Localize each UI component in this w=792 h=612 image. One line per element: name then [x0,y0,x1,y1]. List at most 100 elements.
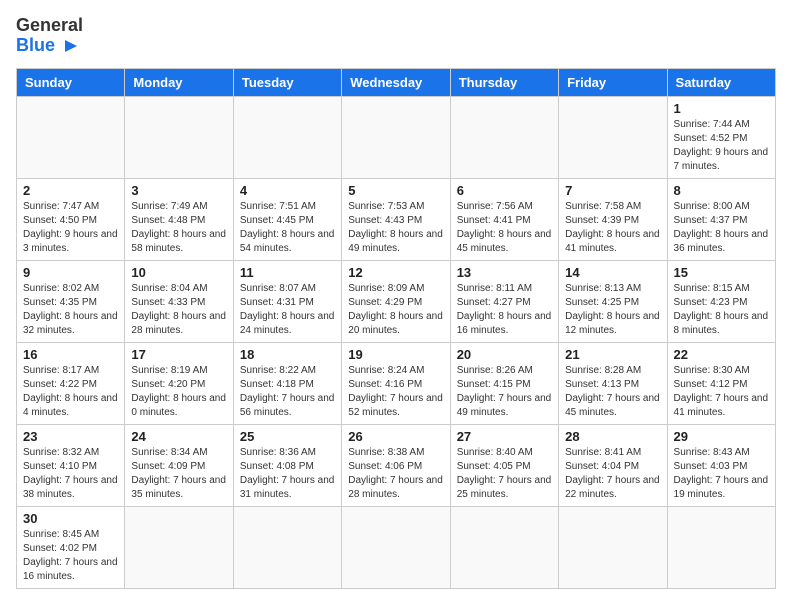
calendar-cell: 6Sunrise: 7:56 AM Sunset: 4:41 PM Daylig… [450,178,558,260]
calendar-cell: 7 Sunrise: 7:58 AM Sunset: 4:39 PM Daylig… [559,178,667,260]
calendar-cell [17,96,125,178]
day-info: Sunrise: 8:02 AM Sunset: 4:35 PM Dayligh… [23,282,118,338]
day-info: Sunrise: 8:43 AM Sunset: 4:03 PM Dayligh… [674,446,769,502]
day-info: Sunrise: 8:15 AM Sunset: 4:23 PM Dayligh… [674,282,769,338]
day-info: Sunrise: 8:32 AM Sunset: 4:10 PM Dayligh… [23,446,118,502]
calendar-cell: 20Sunrise: 8:26 AM Sunset: 4:15 PM Dayli… [450,342,558,424]
calendar-cell [233,96,341,178]
day-number: 13 [457,265,552,280]
day-number: 3 [131,183,226,198]
day-info: Sunrise: 7:56 AM Sunset: 4:41 PM Dayligh… [457,200,552,256]
calendar-cell: 21Sunrise: 8:28 AM Sunset: 4:13 PM Dayli… [559,342,667,424]
day-number: 22 [674,347,769,362]
day-number: 16 [23,347,118,362]
calendar-cell [125,96,233,178]
day-number: 27 [457,429,552,444]
calendar-cell: 4 Sunrise: 7:51 AM Sunset: 4:45 PM Daylig… [233,178,341,260]
weekday-header-sunday: Sunday [17,68,125,96]
day-info: Sunrise: 7:58 AM Sunset: 4:39 PM Dayligh… [565,200,660,256]
calendar-week-row: 1 Sunrise: 7:44 AM Sunset: 4:52 PM Daylig… [17,96,776,178]
day-number: 21 [565,347,660,362]
calendar-cell [125,506,233,588]
day-number: 28 [565,429,660,444]
day-number: 24 [131,429,226,444]
calendar-week-row: 9 Sunrise: 8:02 AM Sunset: 4:35 PM Daylig… [17,260,776,342]
calendar-cell: 19 Sunrise: 8:24 AM Sunset: 4:16 PM Dayli… [342,342,450,424]
day-number: 7 [565,183,660,198]
calendar-cell: 2Sunrise: 7:47 AM Sunset: 4:50 PM Daylig… [17,178,125,260]
logo-triangle-icon [59,36,79,56]
day-number: 9 [23,265,118,280]
weekday-header-monday: Monday [125,68,233,96]
day-number: 18 [240,347,335,362]
day-number: 5 [348,183,443,198]
day-number: 4 [240,183,335,198]
calendar-cell [342,96,450,178]
day-number: 10 [131,265,226,280]
day-number: 26 [348,429,443,444]
day-info: Sunrise: 8:26 AM Sunset: 4:15 PM Dayligh… [457,364,552,420]
day-info: Sunrise: 8:41 AM Sunset: 4:04 PM Dayligh… [565,446,660,502]
day-info: Sunrise: 7:51 AM Sunset: 4:45 PM Dayligh… [240,200,335,256]
calendar-cell: 12 Sunrise: 8:09 AM Sunset: 4:29 PM Dayli… [342,260,450,342]
calendar-cell: 3 Sunrise: 7:49 AM Sunset: 4:48 PM Daylig… [125,178,233,260]
day-number: 15 [674,265,769,280]
calendar-week-row: 30Sunrise: 8:45 AM Sunset: 4:02 PM Dayli… [17,506,776,588]
calendar-week-row: 2Sunrise: 7:47 AM Sunset: 4:50 PM Daylig… [17,178,776,260]
day-info: Sunrise: 8:38 AM Sunset: 4:06 PM Dayligh… [348,446,443,502]
calendar-cell: 5 Sunrise: 7:53 AM Sunset: 4:43 PM Daylig… [342,178,450,260]
day-info: Sunrise: 7:53 AM Sunset: 4:43 PM Dayligh… [348,200,443,256]
day-info: Sunrise: 8:22 AM Sunset: 4:18 PM Dayligh… [240,364,335,420]
day-number: 19 [348,347,443,362]
calendar-cell: 29 Sunrise: 8:43 AM Sunset: 4:03 PM Dayli… [667,424,775,506]
day-number: 14 [565,265,660,280]
day-info: Sunrise: 7:49 AM Sunset: 4:48 PM Dayligh… [131,200,226,256]
calendar-cell: 27Sunrise: 8:40 AM Sunset: 4:05 PM Dayli… [450,424,558,506]
day-info: Sunrise: 8:24 AM Sunset: 4:16 PM Dayligh… [348,364,443,420]
day-number: 23 [23,429,118,444]
day-info: Sunrise: 8:36 AM Sunset: 4:08 PM Dayligh… [240,446,335,502]
calendar-cell: 1 Sunrise: 7:44 AM Sunset: 4:52 PM Daylig… [667,96,775,178]
day-info: Sunrise: 8:34 AM Sunset: 4:09 PM Dayligh… [131,446,226,502]
calendar-header-row: SundayMondayTuesdayWednesdayThursdayFrid… [17,68,776,96]
weekday-header-thursday: Thursday [450,68,558,96]
calendar-cell: 23 Sunrise: 8:32 AM Sunset: 4:10 PM Dayli… [17,424,125,506]
calendar-cell: 11 Sunrise: 8:07 AM Sunset: 4:31 PM Dayli… [233,260,341,342]
day-number: 12 [348,265,443,280]
calendar-week-row: 23 Sunrise: 8:32 AM Sunset: 4:10 PM Dayli… [17,424,776,506]
header: General Blue [16,16,776,56]
day-info: Sunrise: 8:04 AM Sunset: 4:33 PM Dayligh… [131,282,226,338]
calendar-cell [559,506,667,588]
calendar-cell [342,506,450,588]
calendar-cell: 8 Sunrise: 8:00 AM Sunset: 4:37 PM Daylig… [667,178,775,260]
logo-blue-text: Blue [16,36,83,56]
day-info: Sunrise: 8:09 AM Sunset: 4:29 PM Dayligh… [348,282,443,338]
calendar-cell: 13Sunrise: 8:11 AM Sunset: 4:27 PM Dayli… [450,260,558,342]
day-info: Sunrise: 8:07 AM Sunset: 4:31 PM Dayligh… [240,282,335,338]
day-number: 25 [240,429,335,444]
calendar-cell [667,506,775,588]
day-number: 11 [240,265,335,280]
weekday-header-tuesday: Tuesday [233,68,341,96]
day-info: Sunrise: 7:47 AM Sunset: 4:50 PM Dayligh… [23,200,118,256]
calendar-cell: 9 Sunrise: 8:02 AM Sunset: 4:35 PM Daylig… [17,260,125,342]
calendar-cell: 28 Sunrise: 8:41 AM Sunset: 4:04 PM Dayli… [559,424,667,506]
logo: General Blue [16,16,83,56]
calendar-cell: 16 Sunrise: 8:17 AM Sunset: 4:22 PM Dayli… [17,342,125,424]
day-info: Sunrise: 8:13 AM Sunset: 4:25 PM Dayligh… [565,282,660,338]
calendar-cell: 25 Sunrise: 8:36 AM Sunset: 4:08 PM Dayli… [233,424,341,506]
day-number: 29 [674,429,769,444]
day-info: Sunrise: 8:00 AM Sunset: 4:37 PM Dayligh… [674,200,769,256]
calendar-cell: 30Sunrise: 8:45 AM Sunset: 4:02 PM Dayli… [17,506,125,588]
day-number: 30 [23,511,118,526]
day-info: Sunrise: 7:44 AM Sunset: 4:52 PM Dayligh… [674,118,769,174]
calendar-body: 1 Sunrise: 7:44 AM Sunset: 4:52 PM Daylig… [17,96,776,588]
calendar-cell: 18 Sunrise: 8:22 AM Sunset: 4:18 PM Dayli… [233,342,341,424]
weekday-header-wednesday: Wednesday [342,68,450,96]
weekday-header-saturday: Saturday [667,68,775,96]
day-info: Sunrise: 8:17 AM Sunset: 4:22 PM Dayligh… [23,364,118,420]
weekday-header-friday: Friday [559,68,667,96]
calendar-cell [559,96,667,178]
day-number: 8 [674,183,769,198]
day-number: 1 [674,101,769,116]
